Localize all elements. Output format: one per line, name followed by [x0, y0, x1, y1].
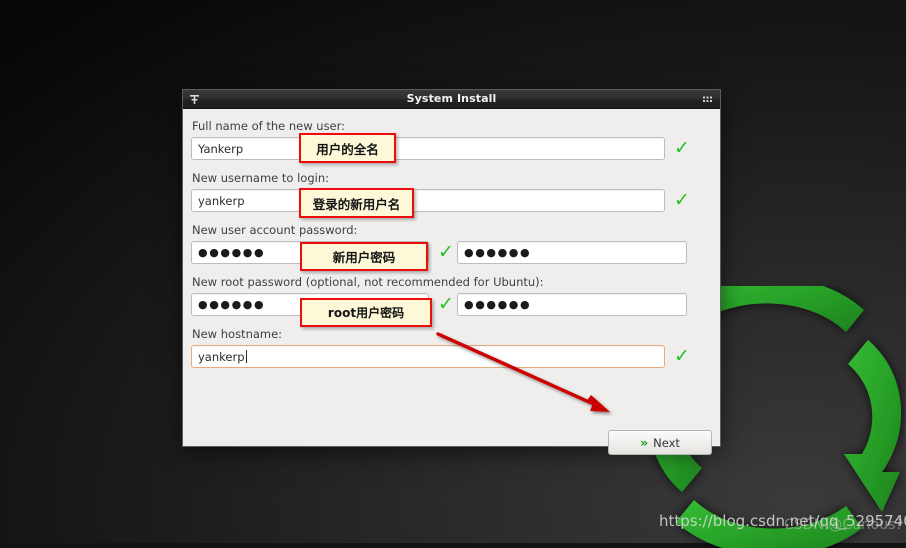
- rootpassword-valid-check-icon: ✓: [438, 293, 454, 315]
- text-caret: [245, 350, 247, 363]
- rootpassword-confirm-input[interactable]: ●●●●●●: [457, 293, 687, 316]
- annotation-fullname: 用户的全名: [299, 133, 396, 163]
- rootpassword-confirm-value: ●●●●●●: [464, 298, 532, 311]
- watermark-handle: CSDN @Curious?: [784, 517, 903, 533]
- fullname-valid-check-icon: ✓: [674, 137, 690, 159]
- dialog-actions: » Next: [608, 430, 712, 455]
- userpassword-confirm-value: ●●●●●●: [464, 246, 532, 259]
- userpassword-row: ●●●●●● ✓ ●●●●●●: [191, 241, 712, 264]
- next-button-label: Next: [653, 435, 680, 450]
- desktop-background: System Install Full name of the new user…: [0, 0, 906, 548]
- userpassword-confirm-input[interactable]: ●●●●●●: [457, 241, 687, 264]
- next-chevron-icon: »: [640, 435, 649, 450]
- username-label: New username to login:: [192, 171, 329, 185]
- username-row: yankerp ✓: [191, 189, 712, 212]
- userpassword-valid-check-icon: ✓: [438, 241, 454, 263]
- annotation-userpassword: 新用户密码: [300, 242, 428, 271]
- grip-dots-icon[interactable]: [702, 94, 713, 105]
- userpassword-value: ●●●●●●: [198, 246, 266, 259]
- fullname-input[interactable]: Yankerp: [191, 137, 665, 160]
- username-input[interactable]: yankerp: [191, 189, 665, 212]
- annotation-rootpassword: root用户密码: [300, 298, 432, 327]
- dialog-title: System Install: [406, 92, 497, 105]
- rootpassword-row: ●●●●●● ✓ ●●●●●●: [191, 293, 712, 316]
- hostname-valid-check-icon: ✓: [674, 345, 690, 367]
- username-value: yankerp: [198, 193, 245, 208]
- dialog-titlebar[interactable]: System Install: [183, 90, 720, 109]
- fullname-value: Yankerp: [198, 141, 244, 156]
- annotation-username: 登录的新用户名: [299, 188, 414, 218]
- fullname-label: Full name of the new user:: [192, 119, 346, 133]
- hostname-value: yankerp: [198, 349, 245, 364]
- annotation-arrow-icon: [436, 332, 610, 412]
- userpassword-label: New user account password:: [192, 223, 358, 237]
- fullname-row: Yankerp ✓: [191, 137, 712, 160]
- rootpassword-label: New root password (optional, not recomme…: [192, 275, 544, 289]
- username-valid-check-icon: ✓: [674, 189, 690, 211]
- next-button[interactable]: » Next: [608, 430, 712, 455]
- rootpassword-value: ●●●●●●: [198, 298, 266, 311]
